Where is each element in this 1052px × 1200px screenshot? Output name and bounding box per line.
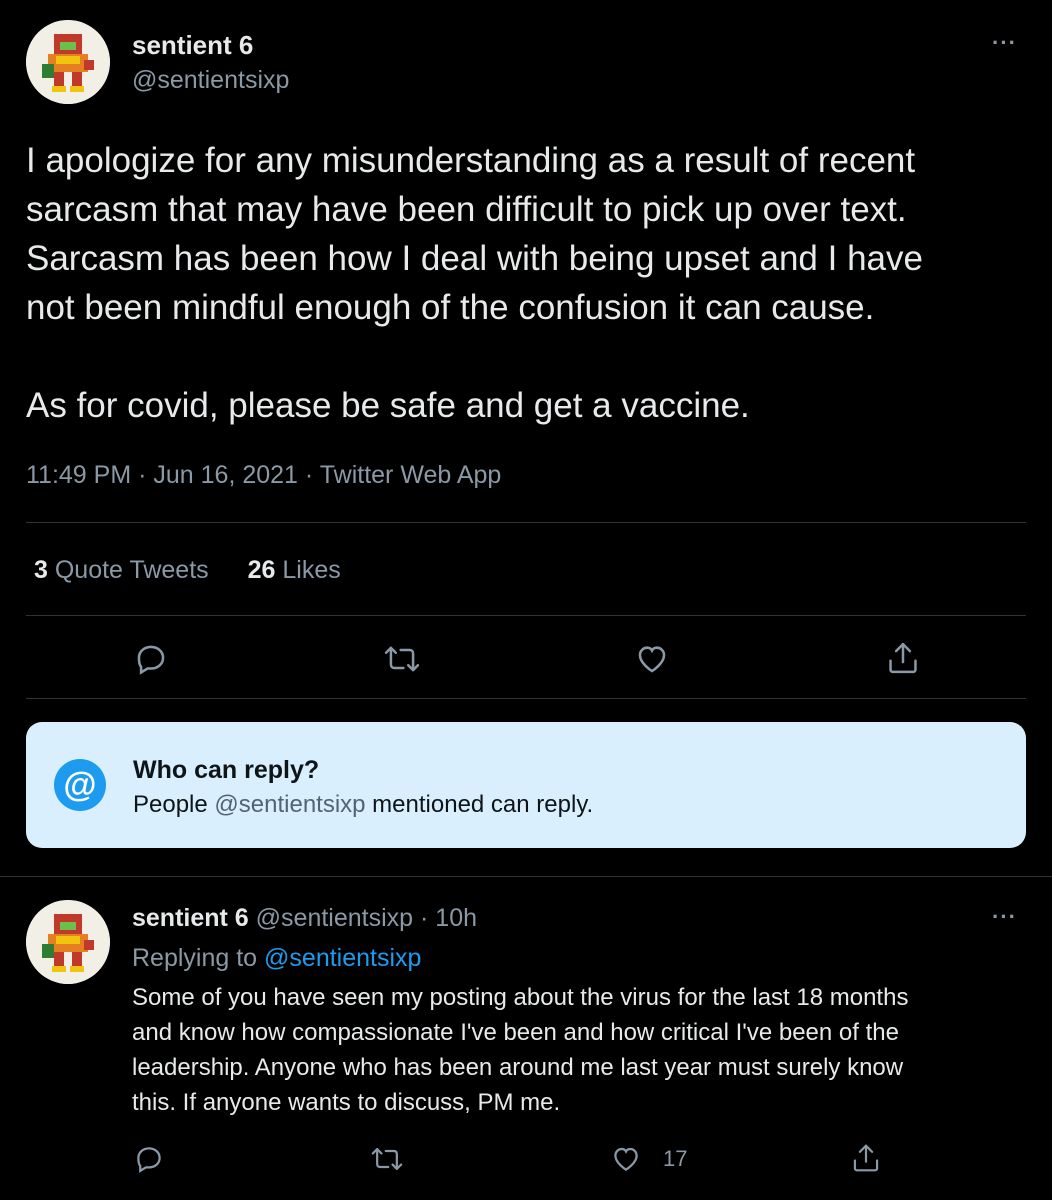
replying-to-label: Replying to [132, 944, 265, 972]
samus-avatar-icon [26, 900, 110, 984]
tweet-stats: 3 Quote Tweets 26 Likes [34, 556, 341, 585]
meta-separator: · [138, 461, 147, 489]
author-name[interactable]: sentient 6 [132, 30, 253, 61]
who-can-reply-description: People @sentientsixp mentioned can reply… [133, 791, 593, 819]
reply-button[interactable] [134, 642, 168, 681]
retweet-button[interactable] [384, 642, 420, 681]
share-icon [853, 1144, 879, 1172]
author-handle[interactable]: @sentientsixp [132, 66, 289, 95]
who-can-reply-box: @ Who can reply? People @sentientsixp me… [26, 722, 1026, 848]
replying-to-handle[interactable]: @sentientsixp [264, 944, 421, 972]
reply-reply-button[interactable] [134, 1144, 164, 1179]
divider [26, 615, 1026, 616]
divider [26, 522, 1026, 523]
quote-tweets-stat[interactable]: 3 Quote Tweets [34, 556, 209, 584]
share-button[interactable] [886, 640, 920, 681]
tweet-text: I apologize for any misunderstanding as … [26, 141, 923, 425]
reply-text: Some of you have seen my posting about t… [132, 984, 909, 1116]
divider [26, 698, 1026, 699]
reply-share-button[interactable] [851, 1142, 881, 1179]
reply-like-count: 17 [663, 1146, 688, 1171]
tweet-date[interactable]: Jun 16, 2021 [153, 461, 298, 489]
tweet-source[interactable]: Twitter Web App [320, 461, 502, 489]
tweet-time[interactable]: 11:49 PM [26, 461, 131, 489]
reply-author-handle[interactable]: @sentientsixp [256, 904, 413, 932]
tweet-meta: 11:49 PM · Jun 16, 2021 · Twitter Web Ap… [26, 461, 501, 490]
reply-avatar[interactable] [26, 900, 110, 984]
reply-more-options-icon[interactable]: ··· [992, 904, 1017, 930]
like-count: 26 [247, 556, 276, 584]
share-icon [889, 642, 917, 674]
reply-header: sentient 6 @sentientsixp · 10h [132, 904, 477, 933]
reply-icon [137, 645, 165, 675]
like-icon [614, 1147, 638, 1171]
samus-avatar-icon [26, 20, 110, 104]
retweet-icon [384, 646, 420, 672]
who-can-reply-title: Who can reply? [133, 756, 320, 784]
reply-author-name[interactable]: sentient 6 [132, 904, 249, 932]
likes-stat[interactable]: 26 Likes [248, 556, 341, 584]
reply-icon [137, 1147, 161, 1173]
avatar[interactable] [26, 20, 110, 104]
replying-to: Replying to @sentientsixp [132, 944, 421, 973]
like-icon [638, 646, 666, 673]
reply-body-handle[interactable]: @sentientsixp [214, 791, 365, 818]
meta-separator: · [304, 461, 314, 489]
reply-body-suffix: mentioned can reply. [365, 791, 594, 818]
reply-separator: · [420, 904, 429, 932]
mention-icon: @ [54, 759, 106, 811]
like-button[interactable] [635, 642, 669, 681]
more-options-icon[interactable]: ··· [992, 30, 1017, 56]
like-label: Likes [282, 556, 341, 584]
retweet-icon [371, 1148, 403, 1170]
divider [0, 876, 1052, 877]
reply-age[interactable]: 10h [435, 904, 477, 932]
reply-body-prefix: People [133, 791, 215, 818]
quote-count: 3 [34, 556, 48, 584]
reply-like-button[interactable]: 17 [611, 1144, 687, 1174]
reply-retweet-button[interactable] [371, 1144, 403, 1179]
quote-label: Quote Tweets [54, 556, 209, 584]
